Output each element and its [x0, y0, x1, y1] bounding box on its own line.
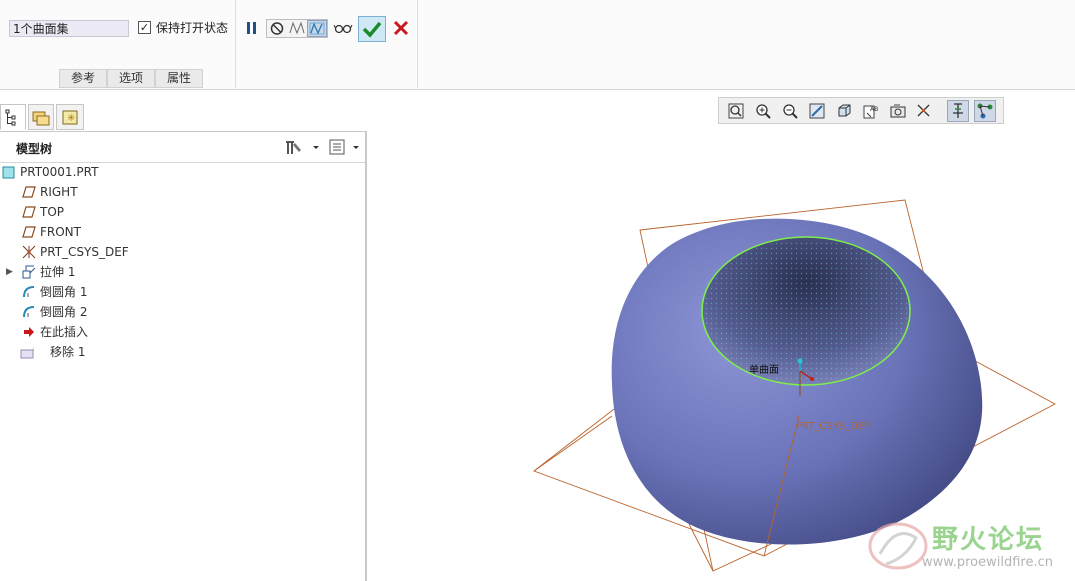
- watermark-name: 野火论坛: [932, 525, 1045, 555]
- expand-arrow-icon[interactable]: ▶: [6, 262, 13, 282]
- tree-view-icon: [5, 109, 16, 126]
- no-preview-button[interactable]: [268, 20, 286, 37]
- zoom-in-icon: [756, 104, 771, 119]
- tab-model-tree[interactable]: [0, 104, 26, 130]
- tree-item-label: RIGHT: [40, 185, 78, 199]
- zoom-out-icon: [783, 104, 798, 119]
- annotation-display-button[interactable]: [947, 100, 969, 122]
- tree-item-label: 倒圆角 1: [40, 285, 88, 299]
- ribbon-divider: [417, 0, 418, 88]
- tree-item-label: PRT0001.PRT: [20, 165, 99, 179]
- tree-item-label: PRT_CSYS_DEF: [40, 245, 129, 259]
- tab-properties[interactable]: 属性: [155, 69, 203, 88]
- view-manager-icon: [890, 104, 906, 118]
- remove-icon: ✳: [20, 345, 34, 359]
- tree-item-round-1[interactable]: 倒圆角 1: [20, 282, 300, 302]
- tools-icon: [286, 141, 319, 154]
- keep-open-label: 保持打开状态: [156, 21, 229, 35]
- refit-button[interactable]: [725, 100, 747, 122]
- tab-references[interactable]: 参考: [59, 69, 107, 88]
- round-icon: [23, 306, 35, 318]
- display-style-button[interactable]: [833, 100, 855, 122]
- favorites-icon: ✳: [62, 110, 78, 125]
- verify-mode-icon: [289, 21, 305, 35]
- insert-here-icon: [24, 327, 34, 337]
- no-preview-icon: [270, 22, 284, 35]
- tree-show-button[interactable]: [327, 138, 365, 156]
- list-options-icon: [329, 139, 359, 155]
- model-tree-header: 模型树: [0, 132, 365, 163]
- model-tree-title: 模型树: [16, 142, 53, 156]
- pause-button[interactable]: [242, 17, 262, 39]
- check-icon: [362, 21, 382, 38]
- datum-plane-icon: [22, 186, 36, 198]
- ribbon-divider: [235, 0, 236, 88]
- cancel-button[interactable]: [390, 17, 412, 39]
- spin-center-icon: [977, 103, 993, 119]
- keep-open-checkbox[interactable]: ✓: [138, 21, 151, 34]
- annotation-display-icon: [953, 103, 963, 118]
- tree-settings-button[interactable]: [283, 138, 321, 156]
- tree-item-right[interactable]: RIGHT: [20, 182, 300, 202]
- model-tree-panel: 模型树 PRT0001.PRT RIGHT TOP FRONT PRT_CSYS…: [0, 131, 367, 581]
- extrude-icon: [22, 265, 36, 279]
- tree-item-remove[interactable]: ✳ 移除 1: [20, 342, 300, 362]
- tree-item-label: TOP: [40, 205, 65, 219]
- surface-tag: 单曲面: [749, 364, 779, 376]
- refit-icon: [728, 103, 744, 119]
- csys-icon: [22, 245, 36, 259]
- folder-icon: [32, 111, 50, 126]
- round-icon: [23, 286, 35, 298]
- preview-group: [266, 19, 328, 38]
- tree-item-label: FRONT: [40, 225, 81, 239]
- tree-item-label: 在此插入: [40, 325, 89, 339]
- tree-item-label: 移除 1: [50, 345, 86, 359]
- tree-item-round-2[interactable]: 倒圆角 2: [20, 302, 300, 322]
- repaint-button[interactable]: [806, 100, 828, 122]
- svg-text:✳: ✳: [32, 345, 34, 354]
- graphics-area[interactable]: 单曲面 PRT_CSYS_DEF: [369, 126, 1075, 581]
- part-icon: [2, 166, 15, 179]
- pause-icon: [247, 22, 256, 34]
- datum-plane-icon: [22, 206, 36, 218]
- csys-tag: PRT_CSYS_DEF: [796, 421, 870, 432]
- svg-text:AB: AB: [870, 106, 878, 113]
- surface-collector-field[interactable]: 1个曲面集: [9, 20, 129, 37]
- tree-item-csys[interactable]: PRT_CSYS_DEF: [20, 242, 300, 262]
- tab-folder-browser[interactable]: [28, 104, 54, 130]
- tree-item-label: 拉伸 1: [40, 265, 76, 279]
- glasses-icon: [333, 24, 353, 34]
- svg-text:✳: ✳: [67, 113, 75, 124]
- geometry-preview-icon: [309, 22, 325, 35]
- feature-dashboard: 1个曲面集 ✓ 保持打开状态 参考 选项 属性: [0, 0, 1075, 90]
- geometry-preview-button[interactable]: [307, 20, 327, 37]
- tree-item-top[interactable]: TOP: [20, 202, 300, 222]
- repaint-icon: [809, 103, 825, 119]
- tab-options[interactable]: 选项: [107, 69, 155, 88]
- tree-item-part[interactable]: PRT0001.PRT: [0, 162, 300, 182]
- close-icon: [393, 20, 409, 36]
- view-toolbar: AB: [718, 97, 1004, 124]
- tree-item-front[interactable]: FRONT: [20, 222, 300, 242]
- watermark-logo: [868, 522, 928, 570]
- display-style-icon: [838, 104, 851, 117]
- view-manager-button[interactable]: [887, 100, 909, 122]
- zoom-out-button[interactable]: [779, 100, 801, 122]
- feature-preview-button[interactable]: [332, 17, 354, 39]
- zoom-in-button[interactable]: [752, 100, 774, 122]
- apply-button[interactable]: [358, 16, 386, 42]
- saved-views-icon: AB: [863, 105, 878, 119]
- saved-views-button[interactable]: AB: [860, 100, 882, 122]
- watermark-url: www.proewildfire.cn: [922, 555, 1053, 570]
- spin-center-button[interactable]: [974, 100, 996, 122]
- surface-mesh: [704, 239, 908, 383]
- tree-item-insert-here[interactable]: 在此插入: [20, 322, 300, 342]
- verify-preview-button[interactable]: [287, 20, 306, 37]
- tree-item-extrude[interactable]: ▶ 拉伸 1: [6, 262, 300, 282]
- tab-favorites[interactable]: ✳: [56, 104, 84, 130]
- tree-item-label: 倒圆角 2: [40, 305, 88, 319]
- datum-display-button[interactable]: [914, 100, 936, 122]
- datum-plane-icon: [22, 226, 36, 238]
- datum-display-icon: [917, 104, 930, 117]
